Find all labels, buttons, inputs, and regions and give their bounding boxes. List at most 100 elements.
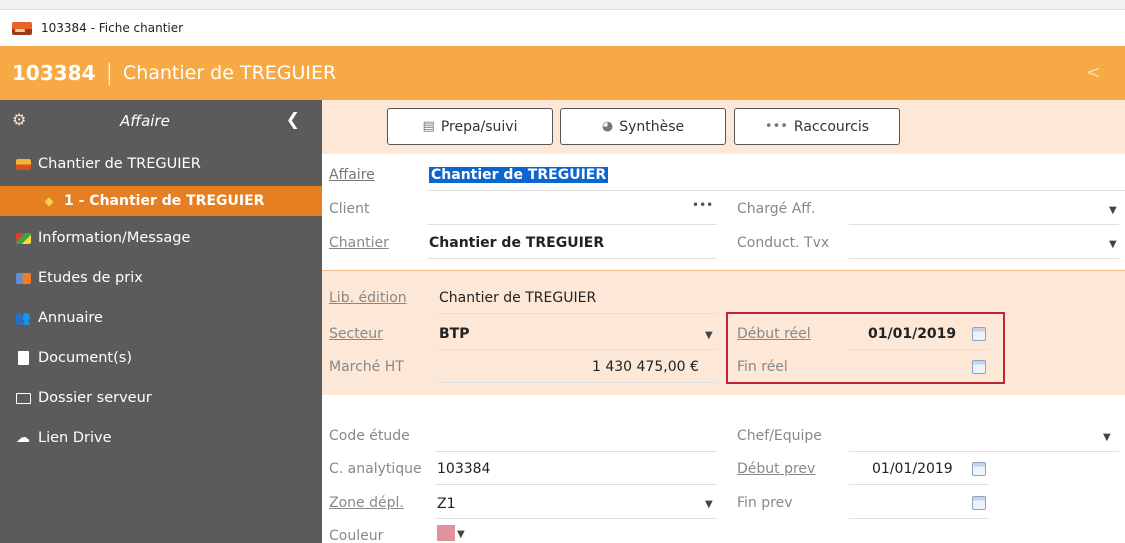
couleur-row: Couleur ▼ xyxy=(322,520,1125,543)
secteur-underline xyxy=(437,349,717,350)
client-label: Client xyxy=(329,201,370,217)
charge-aff-dropdown-icon[interactable]: ▼ xyxy=(1109,205,1117,216)
marche-ht-underline xyxy=(437,382,717,383)
zone-depl-row: Zone dépl. Z1 ▼ Fin prev xyxy=(322,488,1125,521)
sidebar-title: Affaire xyxy=(120,112,170,130)
lib-edition-label[interactable]: Lib. édition xyxy=(329,290,407,306)
sidebar-item-lien-drive[interactable]: ☁ Lien Drive xyxy=(0,418,322,458)
header-collapse-icon[interactable]: < xyxy=(1086,62,1101,83)
code-etude-row: Code étude Chef/Equipe ▼ xyxy=(322,421,1125,454)
chantier-row: Chantier Chantier de TREGUIER Conduct. T… xyxy=(322,228,1125,261)
affaire-row: Affaire Chantier de TREGUIER xyxy=(322,160,1125,193)
page-header: 103384 | Chantier de TREGUIER < xyxy=(0,46,1125,100)
synthese-button[interactable]: ◕ Synthèse xyxy=(560,108,726,145)
charge-aff-label: Chargé Aff. xyxy=(737,201,816,217)
client-underline xyxy=(427,224,717,225)
sidebar-item-label: Information/Message xyxy=(38,230,191,246)
affaire-label[interactable]: Affaire xyxy=(329,167,375,183)
window-top-strip xyxy=(0,0,1125,10)
sidebar-item-documents[interactable]: Document(s) xyxy=(0,338,322,378)
window-title: 103384 - Fiche chantier xyxy=(41,21,184,35)
debut-prev-underline xyxy=(849,484,989,485)
affaire-underline xyxy=(427,190,1125,191)
client-row: Client ••• Chargé Aff. ▼ xyxy=(322,194,1125,227)
sidebar-item-information-message[interactable]: Information/Message xyxy=(0,218,322,258)
page-title: Chantier de TREGUIER xyxy=(122,62,337,84)
zone-depl-label[interactable]: Zone dépl. xyxy=(329,495,404,511)
sheet-icon: ▤ xyxy=(422,119,435,134)
secteur-dropdown-icon[interactable]: ▼ xyxy=(705,330,713,341)
sidebar-item-dossier-serveur[interactable]: Dossier serveur xyxy=(0,378,322,418)
window-titlebar: 103384 - Fiche chantier xyxy=(0,10,1125,46)
calendar-icon[interactable] xyxy=(972,496,986,510)
diamond-icon: ◆ xyxy=(44,194,54,208)
toolbar: ▤ Prepa/suivi ◕ Synthèse ••• Raccourcis xyxy=(322,100,1125,154)
lib-edition-value[interactable]: Chantier de TREGUIER xyxy=(439,290,596,306)
zone-depl-underline xyxy=(435,518,717,519)
pie-chart-icon: ◕ xyxy=(601,119,614,134)
sidebar-item-label: Etudes de prix xyxy=(38,270,143,286)
cloud-icon: ☁ xyxy=(16,430,30,446)
c-analytique-label: C. analytique xyxy=(329,461,422,477)
document-icon xyxy=(14,351,32,365)
main-content: ▤ Prepa/suivi ◕ Synthèse ••• Raccourcis … xyxy=(322,100,1125,543)
sidebar-item-label: Document(s) xyxy=(38,350,132,366)
c-analytique-value[interactable]: 103384 xyxy=(437,461,490,477)
raccourcis-label: Raccourcis xyxy=(793,118,870,135)
lib-edition-underline xyxy=(437,313,717,314)
fin-prev-label: Fin prev xyxy=(737,495,793,511)
price-study-icon xyxy=(14,272,32,284)
highlight-box xyxy=(726,312,1005,384)
sidebar-item-label: 1 - Chantier de TREGUIER xyxy=(64,193,265,209)
c-analytique-underline xyxy=(435,484,717,485)
prepa-suivi-label: Prepa/suivi xyxy=(440,118,518,135)
conduct-tvx-label: Conduct. Tvx xyxy=(737,235,830,251)
gears-icon: ⚙ xyxy=(12,110,27,129)
sidebar-item-label: Annuaire xyxy=(38,310,103,326)
code-etude-underline xyxy=(435,451,717,452)
zone-depl-dropdown-icon[interactable]: ▼ xyxy=(705,499,713,510)
conduct-tvx-dropdown-icon[interactable]: ▼ xyxy=(1109,239,1117,250)
chef-equipe-dropdown-icon[interactable]: ▼ xyxy=(1103,432,1111,443)
chantier-label[interactable]: Chantier xyxy=(329,235,389,251)
conduct-tvx-underline xyxy=(849,258,1119,259)
sidebar-item-chantier[interactable]: Chantier de TREGUIER xyxy=(0,144,322,184)
app-icon xyxy=(12,21,32,35)
chef-equipe-underline xyxy=(849,451,1119,452)
sidebar: ⚙ Affaire ❮ Chantier de TREGUIER ◆ 1 - C… xyxy=(0,100,322,543)
calendar-icon[interactable] xyxy=(972,462,986,476)
client-more-button[interactable]: ••• xyxy=(692,198,713,212)
chantier-value[interactable]: Chantier de TREGUIER xyxy=(429,235,604,251)
secteur-value[interactable]: BTP xyxy=(439,326,469,342)
sidebar-item-chantier-1[interactable]: ◆ 1 - Chantier de TREGUIER xyxy=(0,186,322,216)
charge-aff-underline xyxy=(849,224,1119,225)
marche-ht-value[interactable]: 1 430 475,00 € xyxy=(592,359,699,375)
folder-icon xyxy=(14,158,32,170)
sidebar-item-label: Dossier serveur xyxy=(38,390,152,406)
code-etude-label: Code étude xyxy=(329,428,410,444)
sidebar-item-label: Chantier de TREGUIER xyxy=(38,156,201,172)
raccourcis-button[interactable]: ••• Raccourcis xyxy=(734,108,900,145)
couleur-dropdown-icon[interactable]: ▼ xyxy=(457,529,465,540)
message-icon xyxy=(14,232,32,244)
secteur-label[interactable]: Secteur xyxy=(329,326,383,342)
sidebar-item-annuaire[interactable]: 👥 Annuaire xyxy=(0,298,322,338)
affaire-number: 103384 xyxy=(12,61,96,85)
zone-depl-value[interactable]: Z1 xyxy=(437,496,456,512)
color-swatch[interactable] xyxy=(437,525,455,541)
debut-prev-label[interactable]: Début prev xyxy=(737,461,815,477)
chantier-underline xyxy=(427,258,717,259)
sidebar-header: ⚙ Affaire ❮ xyxy=(0,100,322,144)
fin-prev-underline xyxy=(849,518,989,519)
sidebar-collapse-icon[interactable]: ❮ xyxy=(286,110,300,130)
more-icon: ••• xyxy=(764,119,788,134)
prepa-suivi-button[interactable]: ▤ Prepa/suivi xyxy=(387,108,553,145)
affaire-field[interactable]: Chantier de TREGUIER xyxy=(429,167,609,183)
chef-equipe-label: Chef/Equipe xyxy=(737,428,822,444)
c-analytique-row: C. analytique 103384 Début prev 01/01/20… xyxy=(322,454,1125,487)
synthese-label: Synthèse xyxy=(619,118,685,135)
debut-prev-value[interactable]: 01/01/2019 xyxy=(872,461,953,477)
sidebar-item-etudes-de-prix[interactable]: Etudes de prix xyxy=(0,258,322,298)
affaire-value: Chantier de TREGUIER xyxy=(429,167,609,183)
contacts-icon: 👥 xyxy=(14,310,32,326)
